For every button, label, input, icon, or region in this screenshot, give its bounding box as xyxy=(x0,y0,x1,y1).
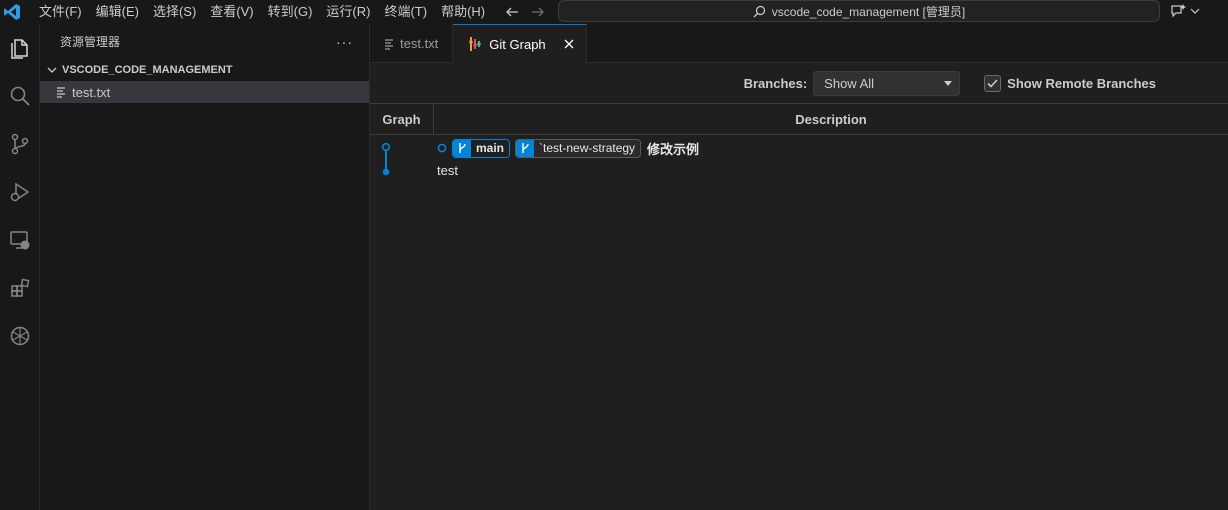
search-icon[interactable] xyxy=(0,72,40,120)
branch-ref-label: `test-new-strategy xyxy=(534,139,641,157)
back-arrow-icon[interactable] xyxy=(504,4,520,20)
title-bar: 文件(F) 编辑(E) 选择(S) 查看(V) 转到(G) 运行(R) 终端(T… xyxy=(0,0,1228,24)
close-icon[interactable] xyxy=(560,35,578,53)
source-control-icon[interactable] xyxy=(0,120,40,168)
text-file-icon xyxy=(385,38,393,50)
branch-ref-label: main xyxy=(471,139,510,157)
menu-file[interactable]: 文件(F) xyxy=(32,0,89,24)
workspace-folder-header[interactable]: VSCODE_CODE_MANAGEMENT xyxy=(40,59,369,81)
branch-ref-main[interactable]: main xyxy=(452,138,511,158)
explorer-icon[interactable] xyxy=(0,24,40,72)
explorer-title: 资源管理器 xyxy=(60,35,121,49)
copilot-chat-icon xyxy=(1171,4,1186,18)
show-remote-branches-label: Show Remote Branches xyxy=(1007,75,1156,91)
graph-commit-node xyxy=(382,168,390,176)
branch-icon xyxy=(516,139,535,157)
menu-help[interactable]: 帮助(H) xyxy=(434,0,492,24)
command-center[interactable]: vscode_code_management [管理员] xyxy=(558,0,1160,22)
head-circle-icon xyxy=(437,143,447,153)
menu-view[interactable]: 查看(V) xyxy=(203,0,260,24)
run-debug-icon[interactable] xyxy=(0,168,40,216)
search-icon xyxy=(753,5,765,17)
commit-message: 修改示例 xyxy=(647,141,700,157)
copilot-menu[interactable] xyxy=(1170,3,1200,19)
branches-dropdown[interactable]: Show All xyxy=(813,70,961,96)
forward-arrow-icon[interactable] xyxy=(530,4,546,20)
text-file-icon xyxy=(57,87,65,98)
activity-bar xyxy=(0,24,40,510)
git-graph-icon xyxy=(469,37,482,51)
tab-test-txt[interactable]: test.txt xyxy=(370,24,454,63)
extensions-icon[interactable] xyxy=(0,264,40,312)
editor-area: test.txt Git Graph Branches: Show All Sh… xyxy=(370,24,1228,510)
caret-down-icon xyxy=(944,80,953,86)
menu-go[interactable]: 转到(G) xyxy=(261,0,320,24)
menu-terminal[interactable]: 终端(T) xyxy=(377,0,434,24)
commit-graph xyxy=(381,142,391,176)
vscode-logo-icon[interactable] xyxy=(2,2,22,22)
more-actions-icon[interactable]: ··· xyxy=(336,34,353,50)
openai-icon[interactable] xyxy=(0,312,40,360)
menu-run[interactable]: 运行(R) xyxy=(319,0,377,24)
tab-bar: test.txt Git Graph xyxy=(370,24,1228,63)
graph-commit-node-uncommitted xyxy=(381,142,391,152)
tab-label: Git Graph xyxy=(489,36,546,52)
branches-selected-value: Show All xyxy=(824,75,875,91)
show-remote-branches-checkbox[interactable] xyxy=(984,74,1002,92)
git-graph-controls: Branches: Show All Show Remote Branches xyxy=(370,63,1228,104)
file-name: test.txt xyxy=(72,84,111,100)
checkmark-icon xyxy=(987,78,998,88)
commit-list: main `test-new-strategy 修改示例 test xyxy=(370,135,1228,505)
explorer-sidebar: 资源管理器 ··· VSCODE_CODE_MANAGEMENT test.tx… xyxy=(40,24,370,510)
branches-label: Branches: xyxy=(743,75,808,91)
commit-row[interactable]: main `test-new-strategy 修改示例 xyxy=(437,138,699,158)
workspace-folder-label: VSCODE_CODE_MANAGEMENT xyxy=(62,64,233,76)
file-item-test-txt[interactable]: test.txt xyxy=(40,81,369,103)
chevron-down-icon xyxy=(1190,8,1200,14)
menu-selection[interactable]: 选择(S) xyxy=(146,0,203,24)
remote-explorer-icon[interactable] xyxy=(0,216,40,264)
tab-label: test.txt xyxy=(400,36,439,51)
chevron-down-icon xyxy=(47,67,57,73)
branch-ref-test-new-strategy[interactable]: `test-new-strategy xyxy=(515,138,642,158)
column-graph-header: Graph xyxy=(370,104,434,134)
branch-icon xyxy=(453,139,471,157)
tab-git-graph[interactable]: Git Graph xyxy=(453,24,587,63)
commit-table-header: Graph Description xyxy=(370,104,1228,135)
command-center-label: vscode_code_management [管理员] xyxy=(771,4,966,19)
menu-bar: 文件(F) 编辑(E) 选择(S) 查看(V) 转到(G) 运行(R) 终端(T… xyxy=(32,0,492,24)
column-description-header: Description xyxy=(795,111,867,127)
menu-edit[interactable]: 编辑(E) xyxy=(89,0,146,24)
commit-message[interactable]: test xyxy=(437,163,458,178)
